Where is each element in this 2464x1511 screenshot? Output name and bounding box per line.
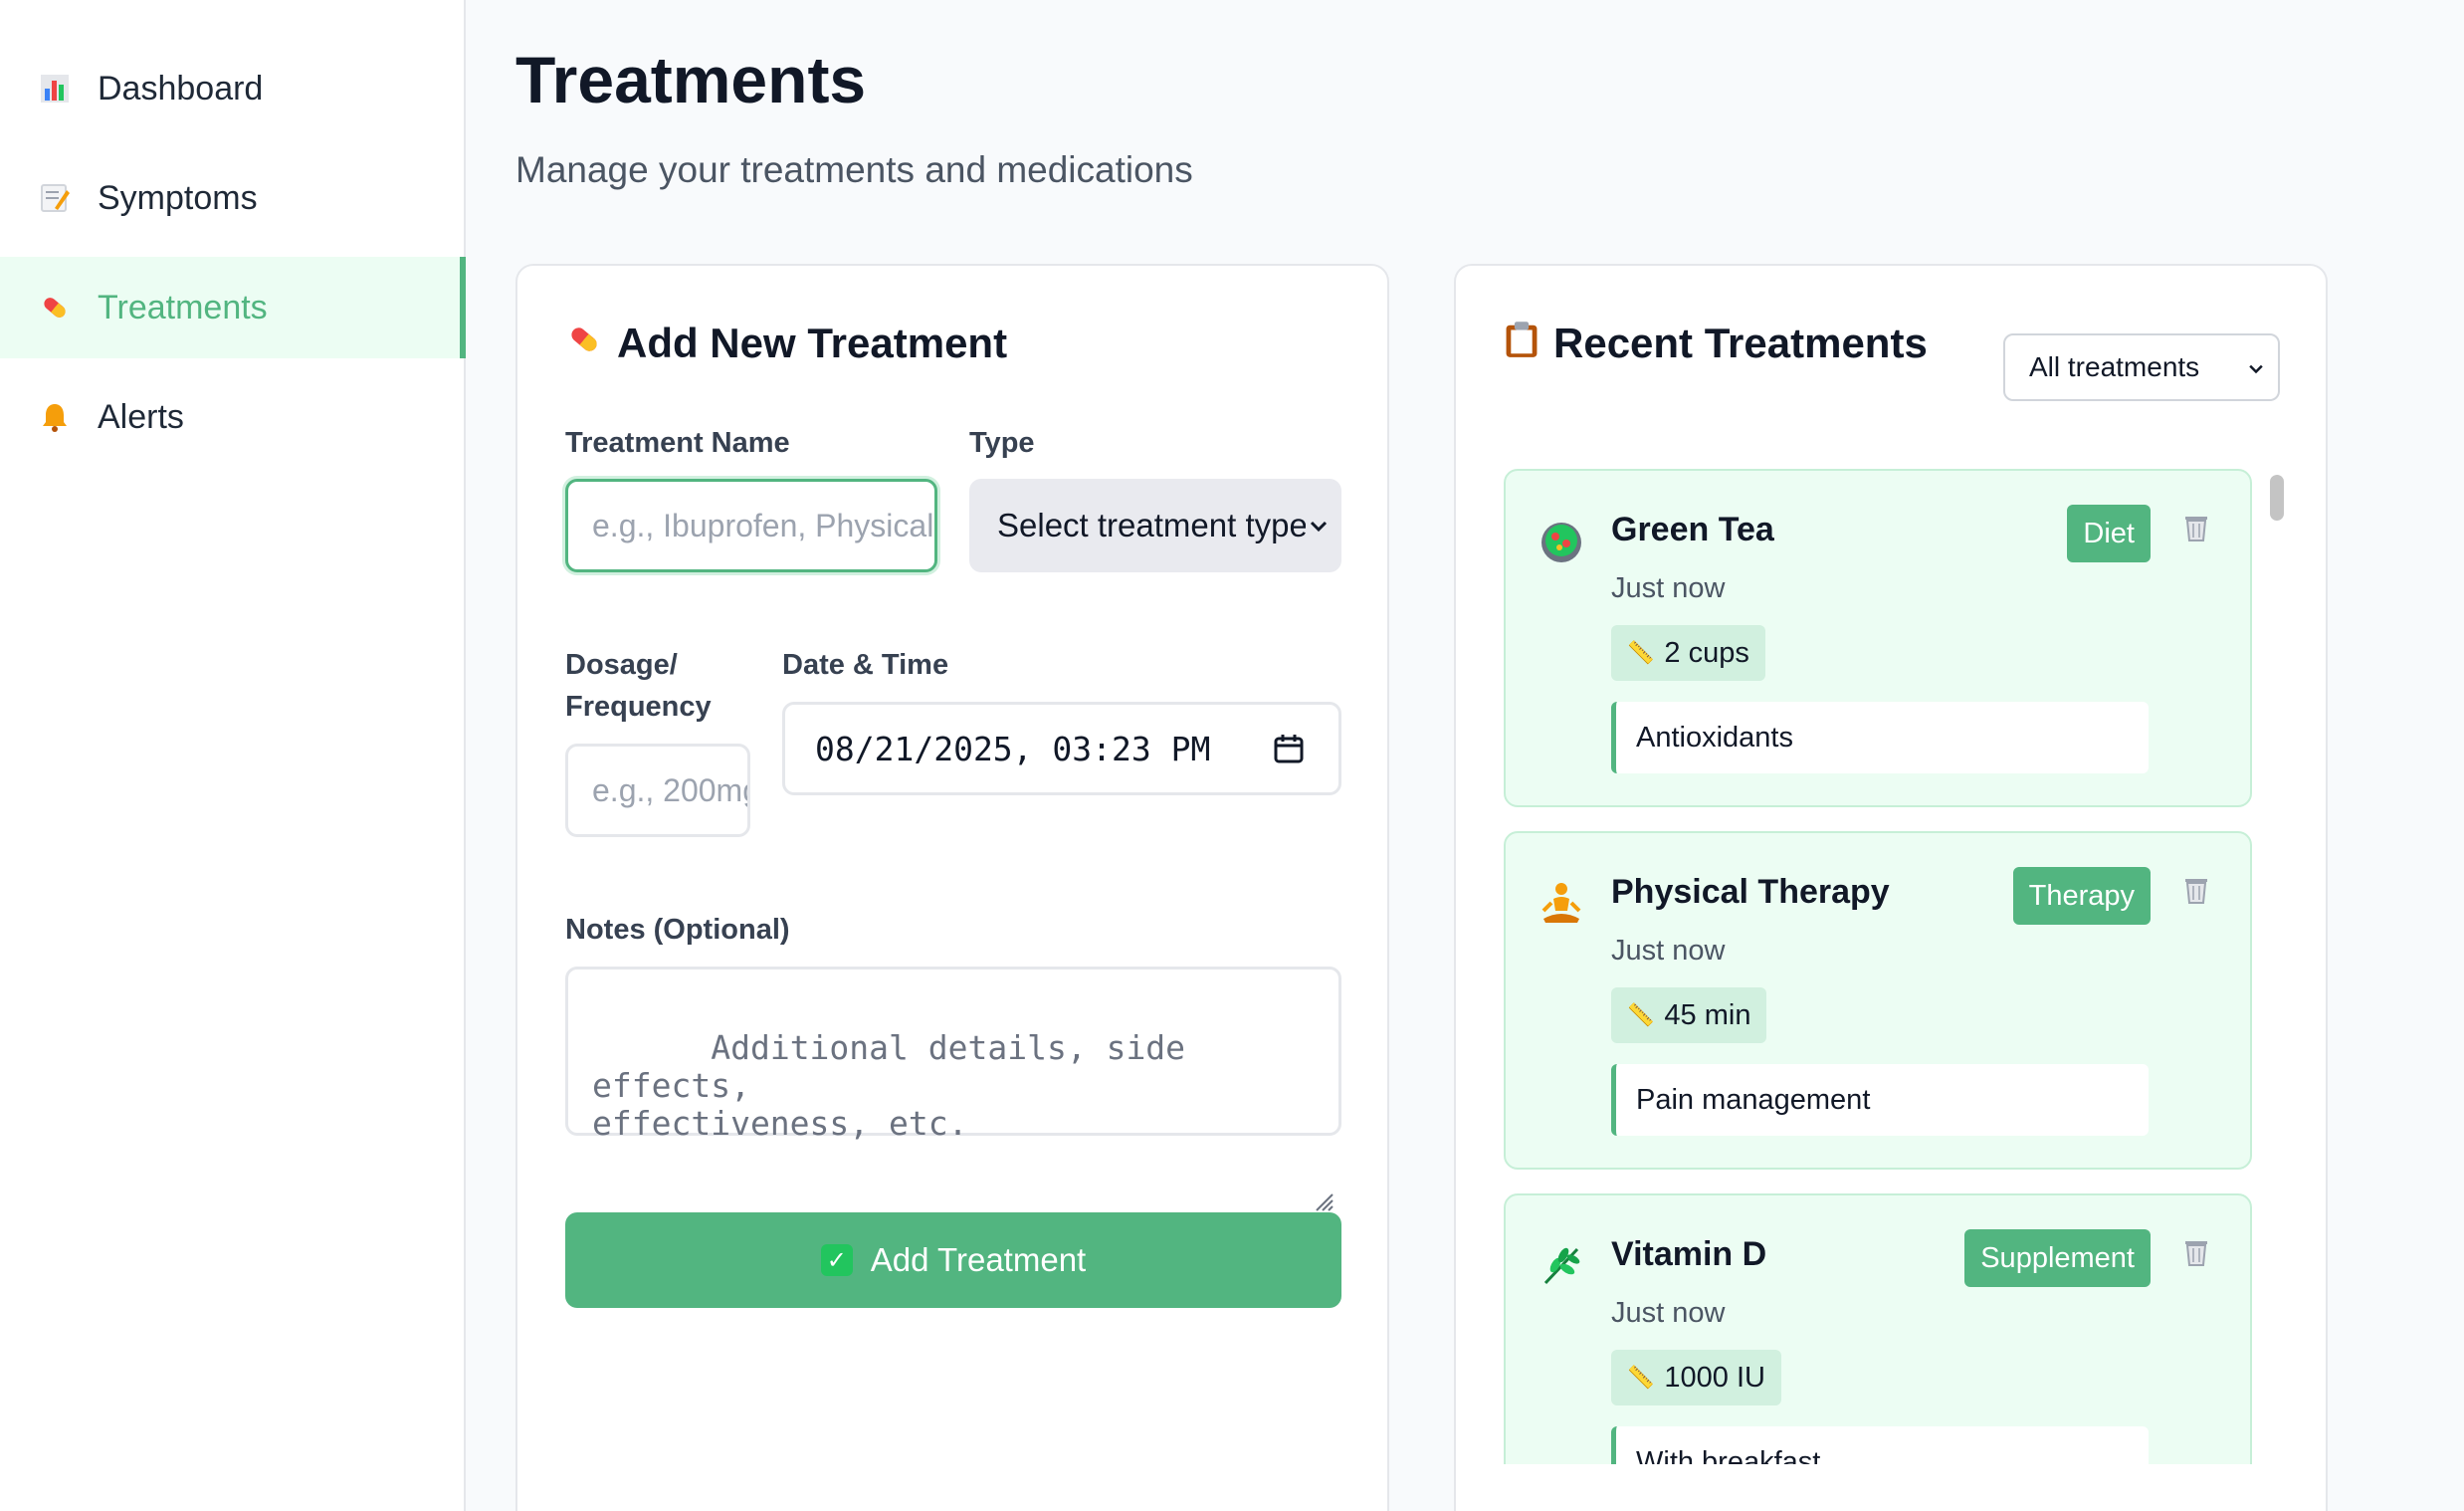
treatment-filter-select[interactable]: All treatments [2003, 333, 2280, 401]
notes-label: Notes (Optional) [565, 914, 790, 946]
bar-chart-icon [38, 72, 72, 106]
trash-icon[interactable] [2182, 875, 2210, 905]
sidebar: Dashboard Symptoms Treatments Alerts [0, 0, 466, 1511]
treatment-filter-value: All treatments [2029, 351, 2200, 382]
treatment-item: Green Tea Diet Just now 📏 2 cups Antioxi… [1504, 469, 2252, 807]
treatment-time: Just now [1611, 572, 1726, 604]
memo-icon [38, 181, 72, 215]
check-icon: ✓ [820, 1244, 853, 1276]
treatment-list[interactable]: Green Tea Diet Just now 📏 2 cups Antioxi… [1504, 469, 2280, 1464]
list-scrollbar[interactable] [2265, 469, 2283, 1464]
treatment-dose-value: 1000 IU [1664, 1361, 1765, 1394]
treatment-note: Antioxidants [1611, 702, 2149, 773]
dosage-label-line1: Dosage/ [565, 649, 678, 681]
sidebar-item-alerts[interactable]: Alerts [0, 366, 464, 468]
type-label: Type [969, 427, 1035, 459]
add-treatment-button-label: Add Treatment [870, 1241, 1087, 1278]
treatment-dose: 📏 1000 IU [1611, 1350, 1781, 1405]
meditation-icon [1536, 877, 1587, 929]
sidebar-item-label: Treatments [98, 288, 268, 326]
treatment-type-badge: Diet [2067, 505, 2151, 562]
ruler-icon: 📏 [1627, 1365, 1655, 1390]
trash-icon[interactable] [2182, 513, 2210, 542]
treatment-type-badge: Therapy [2012, 867, 2151, 925]
treatment-type-value: Select treatment type [997, 507, 1308, 543]
page-title: Treatments [515, 43, 867, 116]
list-scrollbar-thumb[interactable] [2270, 475, 2284, 521]
clipboard-icon [1504, 321, 1540, 367]
recent-treatments-card: Recent Treatments All treatments Green T… [1454, 264, 2328, 1511]
sidebar-item-label: Dashboard [98, 69, 264, 108]
trash-icon[interactable] [2182, 1237, 2210, 1267]
treatment-name: Vitamin D [1611, 1235, 1767, 1273]
salad-icon [1536, 515, 1587, 566]
datetime-input[interactable]: 08/21/2025, 03:23 PM [782, 702, 1341, 795]
sidebar-item-dashboard[interactable]: Dashboard [0, 38, 464, 139]
treatment-item: Physical Therapy Therapy Just now 📏 45 m… [1504, 831, 2252, 1170]
treatment-dose: 📏 45 min [1611, 987, 1767, 1043]
recent-treatments-title-text: Recent Treatments [1553, 320, 1928, 366]
add-treatment-title-text: Add New Treatment [617, 320, 1008, 366]
bell-icon [38, 400, 72, 434]
dosage-placeholder: e.g., 200mg [592, 771, 750, 808]
datetime-label: Date & Time [782, 649, 949, 681]
add-treatment-button[interactable]: ✓ Add Treatment [565, 1212, 1341, 1308]
datetime-value: 08/21/2025, 03:23 PM [815, 729, 1211, 768]
treatment-time: Just now [1611, 1297, 1726, 1329]
ruler-icon: 📏 [1627, 1002, 1655, 1027]
sidebar-item-label: Symptoms [98, 178, 258, 217]
herb-icon [1536, 1239, 1587, 1291]
treatment-name-placeholder: e.g., Ibuprofen, Physical therapy [592, 507, 934, 543]
sidebar-item-symptoms[interactable]: Symptoms [0, 147, 464, 249]
calendar-icon[interactable] [1273, 733, 1305, 764]
resize-grip-icon[interactable] [1313, 1107, 1335, 1211]
treatment-type-badge: Supplement [1964, 1229, 2151, 1287]
chevron-down-icon [1306, 513, 1328, 539]
treatment-dose: 📏 2 cups [1611, 625, 1765, 681]
notes-placeholder: Additional details, side effects, effect… [592, 1028, 1186, 1143]
treatment-dose-value: 2 cups [1664, 636, 1749, 669]
ruler-icon: 📏 [1627, 640, 1655, 665]
add-treatment-title: Add New Treatment [565, 320, 1007, 367]
recent-treatments-title: Recent Treatments [1504, 320, 1928, 367]
add-treatment-card: Add New Treatment Treatment Name e.g., I… [515, 264, 1389, 1511]
sidebar-item-label: Alerts [98, 397, 184, 436]
dosage-label-line2: Frequency [565, 691, 712, 723]
treatment-name: Physical Therapy [1611, 873, 1890, 911]
treatment-time: Just now [1611, 935, 1726, 967]
pill-icon [565, 321, 603, 367]
notes-textarea[interactable]: Additional details, side effects, effect… [565, 967, 1341, 1211]
treatment-note: With breakfast [1611, 1426, 2149, 1464]
treatment-note: Pain management [1611, 1064, 2149, 1136]
treatment-name-label: Treatment Name [565, 427, 790, 459]
treatment-name: Green Tea [1611, 511, 1774, 548]
chevron-down-icon [2244, 354, 2264, 380]
pill-icon [38, 291, 72, 324]
treatment-type-select[interactable]: Select treatment type [969, 479, 1341, 572]
sidebar-item-treatments[interactable]: Treatments [0, 257, 466, 358]
treatment-item: Vitamin D Supplement Just now 📏 1000 IU … [1504, 1193, 2252, 1464]
page-subtitle: Manage your treatments and medications [515, 149, 1193, 190]
dosage-input[interactable]: e.g., 200mg [565, 744, 750, 837]
treatment-name-input[interactable]: e.g., Ibuprofen, Physical therapy [565, 479, 937, 572]
treatment-dose-value: 45 min [1664, 998, 1751, 1031]
